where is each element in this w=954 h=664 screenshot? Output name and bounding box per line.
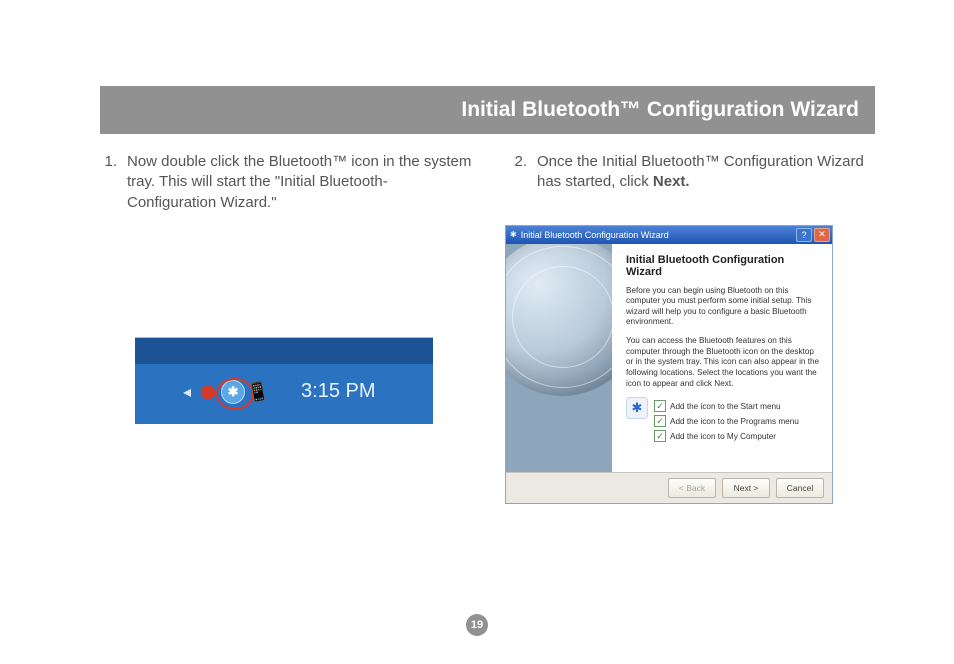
checkbox-label: Add the icon to the Start menu <box>670 402 781 411</box>
checkbox-programs-menu[interactable]: ✓ Add the icon to the Programs menu <box>654 415 799 427</box>
section-title: Initial Bluetooth™ Configuration Wizard <box>461 98 859 122</box>
dialog-content: Initial Bluetooth Configuration Wizard B… <box>612 244 832 472</box>
cancel-button[interactable]: Cancel <box>776 478 824 498</box>
checkbox-icon: ✓ <box>654 415 666 427</box>
dialog-titlebar: ✱ Initial Bluetooth Configuration Wizard… <box>506 226 832 244</box>
checkbox-start-menu[interactable]: ✓ Add the icon to the Start menu <box>654 400 799 412</box>
systray-mock: ◂ ⬤ ✱ 📱 3:15 PM <box>135 337 433 424</box>
step-1: 1. Now double click the Bluetooth™ icon … <box>95 152 473 213</box>
right-column: 2. Once the Initial Bluetooth™ Configura… <box>505 152 883 504</box>
step-1-number: 1. <box>95 152 117 213</box>
tray-clock: 3:15 PM <box>301 380 375 403</box>
tray-icons: ◂ ⬤ ✱ 📱 3:15 PM <box>183 372 376 412</box>
dialog-para-1: Before you can begin using Bluetooth on … <box>626 286 820 329</box>
checkbox-label: Add the icon to the Programs menu <box>670 417 799 426</box>
dialog-footer: < Back Next > Cancel <box>506 472 832 503</box>
checkbox-group: ✱ ✓ Add the icon to the Start menu ✓ Add… <box>626 397 820 445</box>
dialog-heading: Initial Bluetooth Configuration Wizard <box>626 254 820 278</box>
dialog-body: Initial Bluetooth Configuration Wizard B… <box>506 244 832 472</box>
dialog-title-icon: ✱ <box>510 230 517 239</box>
wizard-dialog: ✱ Initial Bluetooth Configuration Wizard… <box>505 225 833 504</box>
globe-icon <box>506 244 612 396</box>
left-column: 1. Now double click the Bluetooth™ icon … <box>95 152 473 504</box>
dialog-sidebar-art <box>506 244 612 472</box>
checkbox-my-computer[interactable]: ✓ Add the icon to My Computer <box>654 430 799 442</box>
next-button[interactable]: Next > <box>722 478 770 498</box>
step-2-text: Once the Initial Bluetooth™ Configuratio… <box>537 152 883 193</box>
dialog-title: Initial Bluetooth Configuration Wizard <box>521 230 669 240</box>
checkbox-icon: ✓ <box>654 430 666 442</box>
page-number: 19 <box>466 614 488 636</box>
step-1-text: Now double click the Bluetooth™ icon in … <box>127 152 473 213</box>
step-2-number: 2. <box>505 152 527 193</box>
bluetooth-small-icon: ✱ <box>626 397 648 419</box>
close-button[interactable]: ✕ <box>814 228 830 242</box>
checkbox-label: Add the icon to My Computer <box>670 432 776 441</box>
tray-expand-icon: ◂ <box>183 382 191 402</box>
checkbox-icon: ✓ <box>654 400 666 412</box>
section-header: Initial Bluetooth™ Configuration Wizard <box>100 86 875 134</box>
content-columns: 1. Now double click the Bluetooth™ icon … <box>95 152 885 504</box>
figure-wizard-dialog: ✱ Initial Bluetooth Configuration Wizard… <box>505 225 883 504</box>
figure-systray: ◂ ⬤ ✱ 📱 3:15 PM <box>135 337 473 424</box>
bluetooth-icon[interactable]: ✱ <box>221 380 245 404</box>
shield-icon: ⬤ <box>197 381 219 403</box>
step-2: 2. Once the Initial Bluetooth™ Configura… <box>505 152 883 193</box>
dialog-para-2: You can access the Bluetooth features on… <box>626 336 820 389</box>
back-button: < Back <box>668 478 716 498</box>
phone-icon: 📱 <box>245 379 270 404</box>
help-button[interactable]: ? <box>796 228 812 242</box>
